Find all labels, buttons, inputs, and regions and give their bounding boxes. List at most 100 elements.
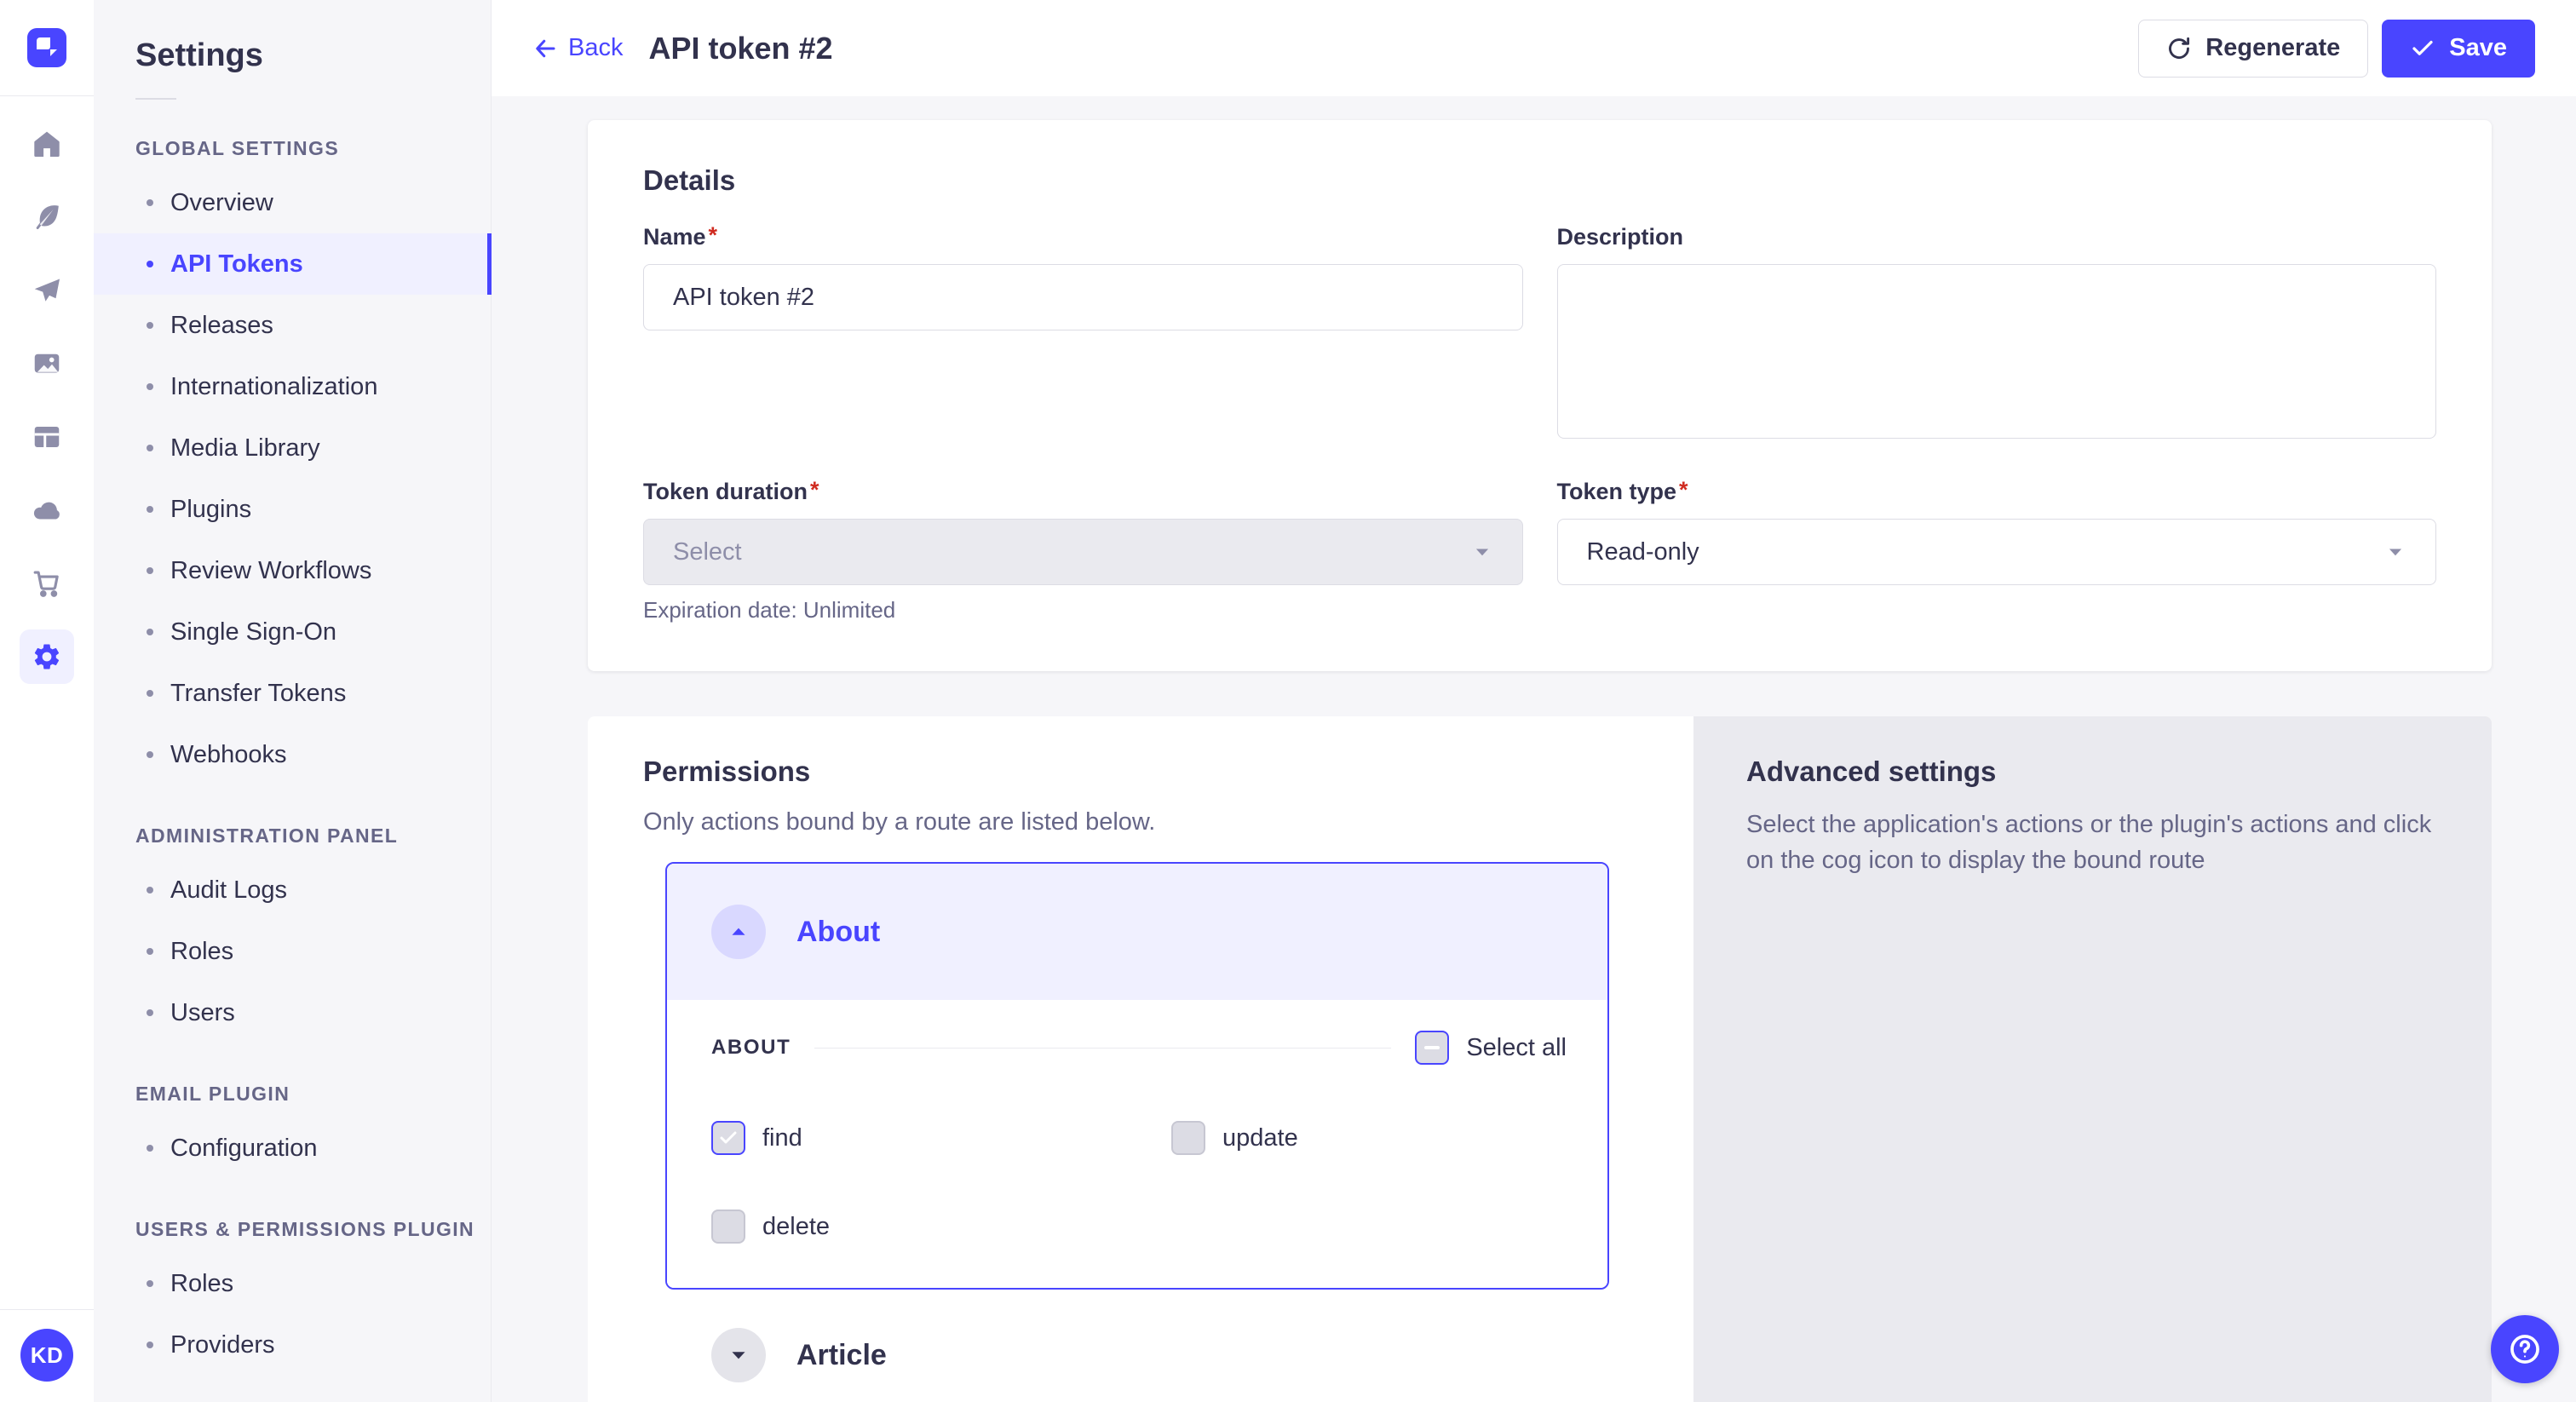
brand-area [0, 0, 94, 96]
workspace-strip: KD [0, 0, 94, 1402]
regenerate-button[interactable]: Regenerate [2138, 20, 2368, 78]
bullet-icon [147, 629, 153, 635]
duration-field-group: Token duration* Select Expiration date: … [643, 479, 1523, 623]
back-link[interactable]: Back [532, 34, 623, 62]
permissions-row: Permissions Only actions bound by a rout… [588, 716, 2492, 1402]
sidebar-item-label: Releases [170, 312, 273, 340]
sidebar-item-label: Configuration [170, 1135, 318, 1163]
sidebar-item-label: Audit Logs [170, 876, 287, 905]
save-button[interactable]: Save [2382, 20, 2535, 78]
accordion-about-header[interactable]: About [667, 864, 1607, 1000]
action-find: find [711, 1121, 1171, 1155]
bullet-icon [147, 948, 153, 955]
main-column: Back API token #2 Regenerate Save Detail… [492, 0, 2576, 1402]
name-label: Name* [643, 224, 1523, 250]
required-asterisk: * [1679, 479, 1688, 502]
sidebar-item-media-library[interactable]: Media Library [94, 417, 491, 479]
duration-select-value: Select [673, 538, 742, 566]
bullet-icon [147, 383, 153, 390]
select-all-checkbox[interactable] [1415, 1031, 1449, 1065]
sidebar-item-plugins[interactable]: Plugins [94, 479, 491, 540]
accordion-about-label: About [796, 916, 880, 949]
action-update: update [1171, 1121, 1567, 1155]
sidebar-item-up-roles[interactable]: Roles [94, 1253, 491, 1314]
details-fields: Name* Description Token duration* Select [643, 224, 2436, 623]
bullet-icon [147, 1342, 153, 1348]
page-content: Details Name* Description Token duration… [492, 96, 2576, 1402]
marketplace-cart-icon[interactable] [32, 568, 62, 599]
bullet-icon [147, 445, 153, 451]
chevron-down-icon [2381, 537, 2410, 566]
sidebar-item-label: Plugins [170, 496, 251, 524]
name-field-group: Name* [643, 224, 1523, 330]
media-library-icon[interactable] [32, 348, 62, 379]
bullet-icon [147, 1145, 153, 1152]
about-actions: find update [711, 1121, 1567, 1244]
sidebar-item-up-providers[interactable]: Providers [94, 1314, 491, 1376]
find-checkbox[interactable] [711, 1121, 745, 1155]
check-icon [718, 1128, 739, 1148]
app-root: KD Settings GLOBAL SETTINGS Overview API… [0, 0, 2576, 1402]
user-avatar[interactable]: KD [20, 1329, 73, 1382]
type-select-value: Read-only [1587, 538, 1699, 566]
page-header: Back API token #2 Regenerate Save [492, 0, 2576, 96]
header-actions: Regenerate Save [2138, 20, 2535, 78]
releases-icon[interactable] [32, 275, 62, 306]
group-divider [814, 1048, 1391, 1049]
home-icon[interactable] [32, 129, 62, 159]
settings-nav-active[interactable] [20, 629, 74, 684]
subnav-title-divider [135, 98, 176, 100]
about-group-heading: ABOUT [711, 1036, 791, 1060]
content-manager-icon[interactable] [32, 202, 62, 233]
sidebar-item-review-workflows[interactable]: Review Workflows [94, 540, 491, 601]
bullet-icon [147, 322, 153, 329]
sidebar-item-transfer-tokens[interactable]: Transfer Tokens [94, 663, 491, 724]
strip-footer: KD [0, 1309, 94, 1402]
accordion-article-header[interactable]: Article [665, 1290, 1609, 1402]
required-asterisk: * [709, 224, 718, 247]
bullet-icon [147, 690, 153, 697]
section-heading-users-permissions-plugin: USERS & PERMISSIONS PLUGIN [135, 1218, 491, 1241]
sidebar-item-webhooks[interactable]: Webhooks [94, 724, 491, 785]
name-input[interactable] [643, 264, 1523, 330]
permissions-accordion: About ABOUT Select [665, 862, 1609, 1402]
strapi-logo-icon[interactable] [27, 28, 66, 67]
sidebar-item-single-sign-on[interactable]: Single Sign-On [94, 601, 491, 663]
section-heading-administration-panel: ADMINISTRATION PANEL [135, 825, 491, 848]
sidebar-item-label: Roles [170, 938, 233, 966]
bullet-icon [147, 506, 153, 513]
sidebar-item-overview[interactable]: Overview [94, 172, 491, 233]
sidebar-item-email-configuration[interactable]: Configuration [94, 1118, 491, 1179]
update-checkbox[interactable] [1171, 1121, 1205, 1155]
sidebar-item-internationalization[interactable]: Internationalization [94, 356, 491, 417]
details-card: Details Name* Description Token duration… [588, 120, 2492, 671]
action-delete: delete [711, 1210, 1171, 1244]
sidebar-item-audit-logs[interactable]: Audit Logs [94, 859, 491, 921]
permissions-panel: Permissions Only actions bound by a rout… [588, 716, 1693, 1402]
delete-checkbox[interactable] [711, 1210, 745, 1244]
duration-select[interactable]: Select [643, 519, 1523, 585]
cloud-icon[interactable] [32, 495, 62, 526]
description-textarea[interactable] [1557, 264, 2437, 439]
sidebar-item-releases[interactable]: Releases [94, 295, 491, 356]
sidebar-item-label: Transfer Tokens [170, 680, 346, 708]
chevron-up-icon [727, 921, 750, 943]
sidebar-item-label: Internationalization [170, 373, 377, 401]
sidebar-item-admin-roles[interactable]: Roles [94, 921, 491, 982]
content-type-builder-icon[interactable] [32, 422, 62, 452]
sidebar-item-label: Overview [170, 189, 273, 217]
expiration-hint: Expiration date: Unlimited [643, 597, 1523, 623]
gear-icon [32, 641, 62, 672]
type-select[interactable]: Read-only [1557, 519, 2437, 585]
collapse-toggle[interactable] [711, 905, 766, 959]
help-button[interactable] [2491, 1315, 2559, 1383]
duration-label: Token duration* [643, 479, 1523, 505]
sidebar-item-label: Webhooks [170, 741, 287, 769]
sidebar-item-admin-users[interactable]: Users [94, 982, 491, 1043]
regenerate-label: Regenerate [2205, 34, 2340, 62]
sidebar-item-api-tokens[interactable]: API Tokens [94, 233, 491, 295]
subnav-title: Settings [135, 37, 491, 74]
find-label: find [762, 1124, 802, 1152]
expand-toggle[interactable] [711, 1328, 766, 1382]
chevron-down-icon [727, 1344, 750, 1366]
